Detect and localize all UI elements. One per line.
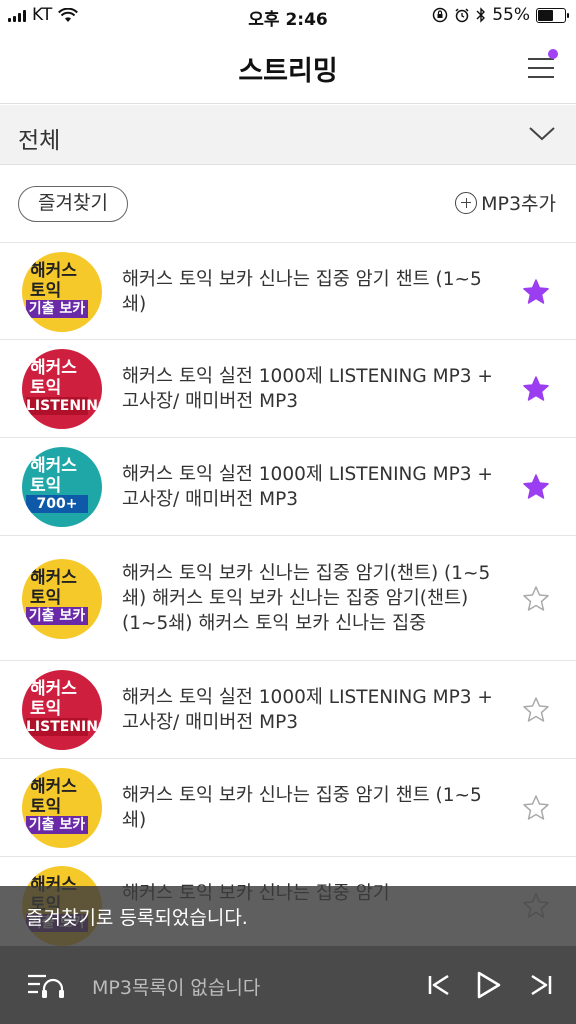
star-filled-icon[interactable] — [522, 375, 550, 403]
list-item[interactable]: 해커스 토익 LISTENING 해커스 토익 실전 1000제 LISTENING … — [0, 339, 576, 437]
star-filled-icon[interactable] — [522, 473, 550, 501]
star-filled-icon[interactable] — [522, 278, 550, 306]
list-item[interactable]: 해커스 토익 기출 보카 해커스 토익 보카 신나는 집중 암기 챈트 (1~5쇄) — [0, 758, 576, 856]
list-item[interactable]: 해커스 토익 기출 보카 해커스 토익 보카 신나는 집중 암기(챈트) (1~5쇄)… — [0, 535, 576, 660]
filter-label: 전체 — [18, 128, 61, 154]
cover-band: 700+ — [26, 495, 88, 513]
list-item-title: 해커스 토익 실전 1000제 LISTENING MP3 + 고사장/ 매미버… — [122, 687, 493, 733]
cover-subtitle: 토익 — [30, 699, 62, 719]
cover-title: 해커스 — [30, 358, 77, 378]
cover-subtitle: 토익 — [30, 797, 62, 817]
book-cover-image: 해커스토익기출 보카 — [22, 768, 102, 848]
cover-title: 해커스 — [30, 679, 77, 699]
bluetooth-icon — [476, 7, 486, 23]
list-item-title: 해커스 토익 실전 1000제 LISTENING MP3 + 고사장/ 매미버… — [122, 464, 493, 510]
favorites-button[interactable]: 즐겨찾기 — [18, 186, 128, 222]
star-outline-icon[interactable] — [522, 585, 550, 613]
previous-track-icon[interactable] — [424, 970, 454, 1000]
chevron-down-icon — [529, 127, 555, 141]
menu-button[interactable] — [528, 49, 558, 82]
list-item-title: 해커스 토익 실전 1000제 LISTENING MP3 + 고사장/ 매미버… — [122, 366, 493, 412]
toast-message: 즐겨찾기로 등록되었습니다. — [26, 907, 248, 929]
play-icon[interactable] — [472, 969, 504, 1001]
cover-band: 기출 보카 — [26, 607, 88, 625]
category-filter[interactable]: 전체 — [0, 105, 576, 165]
orientation-lock-icon — [432, 7, 448, 23]
add-mp3-button[interactable]: MP3추가 — [455, 189, 556, 216]
cover-title: 해커스 — [30, 456, 77, 476]
list-item[interactable]: 해커스 토익 LISTENING 해커스 토익 실전 1000제 LISTENING … — [0, 660, 576, 758]
cover-title: 해커스 — [30, 261, 77, 281]
status-bar: KT 오후 2:46 55% — [0, 0, 576, 32]
header: 스트리밍 — [0, 32, 576, 104]
book-cover-image: 해커스 토익 700+ — [22, 447, 102, 527]
cover-title: 해커스 — [30, 568, 77, 588]
cover-subtitle: 토익 — [30, 378, 62, 398]
playlist-headphones-icon[interactable] — [26, 972, 70, 1000]
book-cover-image: 해커스토익기출 보카 — [22, 252, 102, 332]
add-circle-icon — [455, 191, 478, 214]
mini-player: MP3목록이 없습니다 — [0, 946, 576, 1024]
cover-band: LISTENING — [26, 397, 102, 415]
list-item-title: 해커스 토익 보카 신나는 집중 암기 챈트 (1~5쇄) — [122, 785, 482, 831]
book-cover-image: 해커스 토익 LISTENING — [22, 349, 102, 429]
star-outline-icon[interactable] — [522, 794, 550, 822]
star-outline-icon[interactable] — [522, 696, 550, 724]
alarm-icon — [455, 8, 469, 23]
cover-band: LISTENING — [26, 718, 102, 736]
cover-subtitle: 토익 — [30, 281, 62, 301]
list-item[interactable]: 해커스 토익 기출 보카 해커스 토익 보카 신나는 집중 암기 챈트 (1~5쇄) — [0, 242, 576, 339]
cover-subtitle: 토익 — [30, 588, 62, 608]
cover-band: 기출 보카 — [26, 816, 88, 834]
cover-band: 기출 보카 — [26, 300, 88, 318]
book-cover-image: 해커스 토익 LISTENING — [22, 670, 102, 750]
page-title: 스트리밍 — [238, 56, 338, 87]
streaming-list: 해커스 토익 기출 보카 해커스 토익 보카 신나는 집중 암기 챈트 (1~5쇄) 해… — [0, 242, 576, 954]
book-cover-image: 해커스토익기출 보카 — [22, 559, 102, 639]
next-track-icon[interactable] — [526, 970, 556, 1000]
battery-icon — [536, 7, 569, 23]
status-right: 55% — [432, 5, 569, 25]
battery-percent: 55% — [492, 5, 530, 25]
list-item-title: 해커스 토익 보카 신나는 집중 암기(챈트) (1~5쇄) 해커스 토익 보카… — [122, 563, 491, 634]
list-item[interactable]: 해커스 토익 700+ 해커스 토익 실전 1000제 LISTENING MP3 +… — [0, 437, 576, 535]
toast: 즐겨찾기로 등록되었습니다. — [0, 886, 576, 946]
cover-subtitle: 토익 — [30, 476, 62, 496]
notification-dot — [548, 49, 558, 59]
cover-title: 해커스 — [30, 777, 77, 797]
list-item-title: 해커스 토익 보카 신나는 집중 암기 챈트 (1~5쇄) — [122, 269, 482, 315]
add-mp3-label: MP3추가 — [481, 193, 556, 215]
player-status: MP3목록이 없습니다 — [92, 977, 261, 999]
